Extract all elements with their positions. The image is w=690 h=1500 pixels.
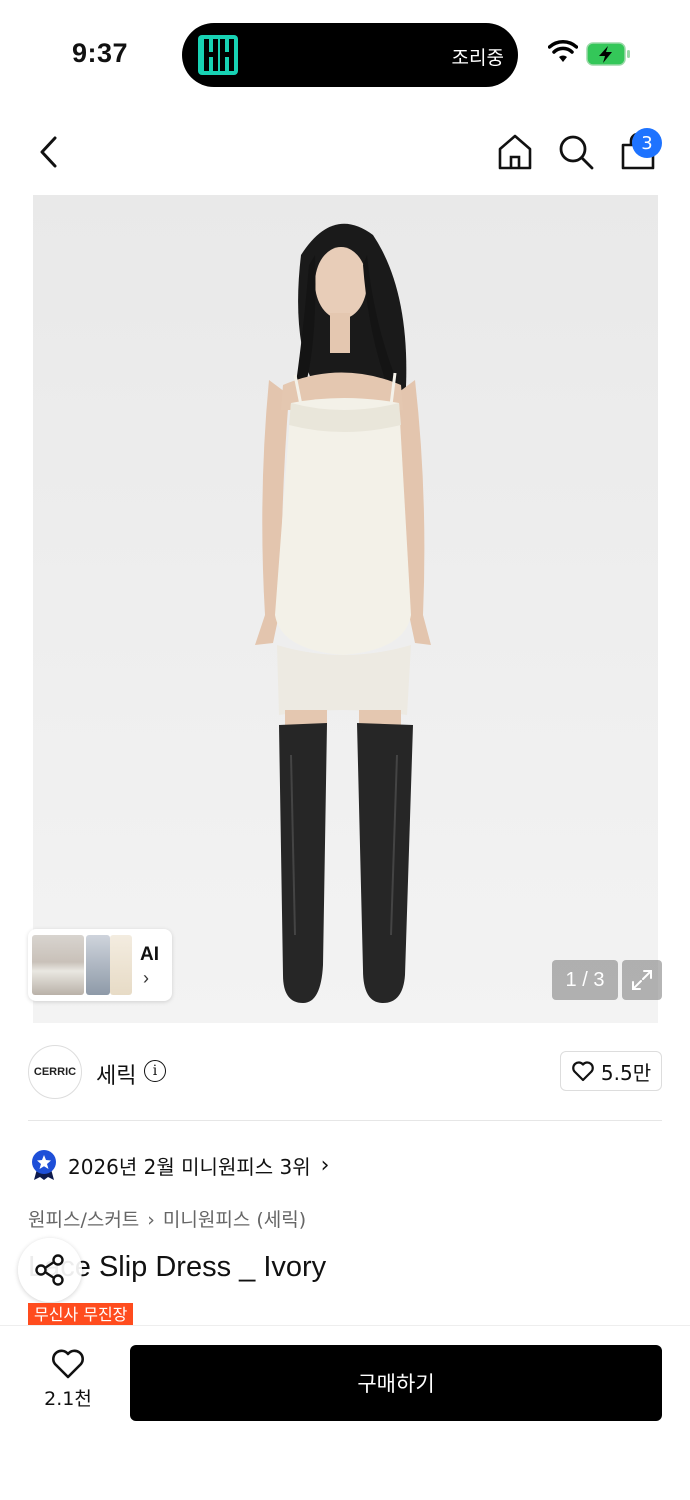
expand-icon <box>632 970 652 990</box>
product-image[interactable] <box>33 195 658 1023</box>
category-primary[interactable]: 원피스/스커트 <box>28 1209 139 1231</box>
top-nav <box>0 110 690 190</box>
wishlist-button[interactable]: 2.1천 <box>30 1348 106 1418</box>
page-indicator: 1 / 3 <box>552 960 618 1000</box>
category-breadcrumb: 원피스/스커트 › 미니원피스 (세릭) <box>28 1205 306 1232</box>
ranking-text: 2026년 2월 미니원피스 3위 <box>68 1154 311 1179</box>
ai-chevron-icon: › <box>143 968 149 988</box>
ranking-chevron-icon: › <box>320 1152 330 1178</box>
share-button[interactable] <box>18 1238 82 1302</box>
ai-label[interactable]: AI <box>140 944 159 966</box>
app-logo-icon <box>198 35 238 75</box>
status-bar: 9:37 조리중 <box>0 0 690 100</box>
model-photo <box>255 223 431 1003</box>
activity-text: 조리중 <box>451 47 504 69</box>
cart-count-badge: 3 <box>632 128 662 158</box>
thumbnail-3 <box>110 935 132 995</box>
brand-name[interactable]: 세릭 <box>96 1058 136 1090</box>
home-icon <box>498 134 532 170</box>
search-icon <box>559 135 594 170</box>
search-button[interactable] <box>554 130 598 174</box>
status-time: 9:37 <box>72 38 129 68</box>
brand-like-count: 5.5만 <box>600 1060 652 1085</box>
promo-badge: 무신사 무진장 <box>28 1303 134 1325</box>
share-icon <box>35 1254 64 1286</box>
breadcrumb-separator-icon: › <box>147 1209 155 1231</box>
back-icon <box>40 136 57 168</box>
expand-button[interactable] <box>622 960 662 1000</box>
back-button[interactable] <box>26 130 70 174</box>
ranking-badge-icon <box>32 1150 56 1180</box>
brand-logo[interactable]: CERRIC <box>28 1045 82 1099</box>
home-button[interactable] <box>493 130 537 174</box>
battery-charging-icon <box>586 42 630 66</box>
wishlist-count: 2.1천 <box>44 1388 92 1410</box>
buy-button[interactable]: 구매하기 <box>130 1345 662 1421</box>
heart-icon <box>52 1349 84 1379</box>
category-secondary[interactable]: 미니원피스 (세릭) <box>163 1209 306 1231</box>
thumbnail-1 <box>32 935 84 995</box>
heart-icon <box>572 1061 594 1082</box>
dynamic-island[interactable]: 조리중 <box>182 23 518 87</box>
wifi-icon <box>548 40 578 62</box>
divider <box>28 1120 662 1121</box>
thumbnail-2 <box>86 935 110 995</box>
brand-like-button[interactable]: 5.5만 <box>560 1051 662 1091</box>
info-icon[interactable]: i <box>144 1060 166 1082</box>
ranking-link[interactable]: 2026년 2월 미니원피스 3위 › <box>30 1149 329 1181</box>
